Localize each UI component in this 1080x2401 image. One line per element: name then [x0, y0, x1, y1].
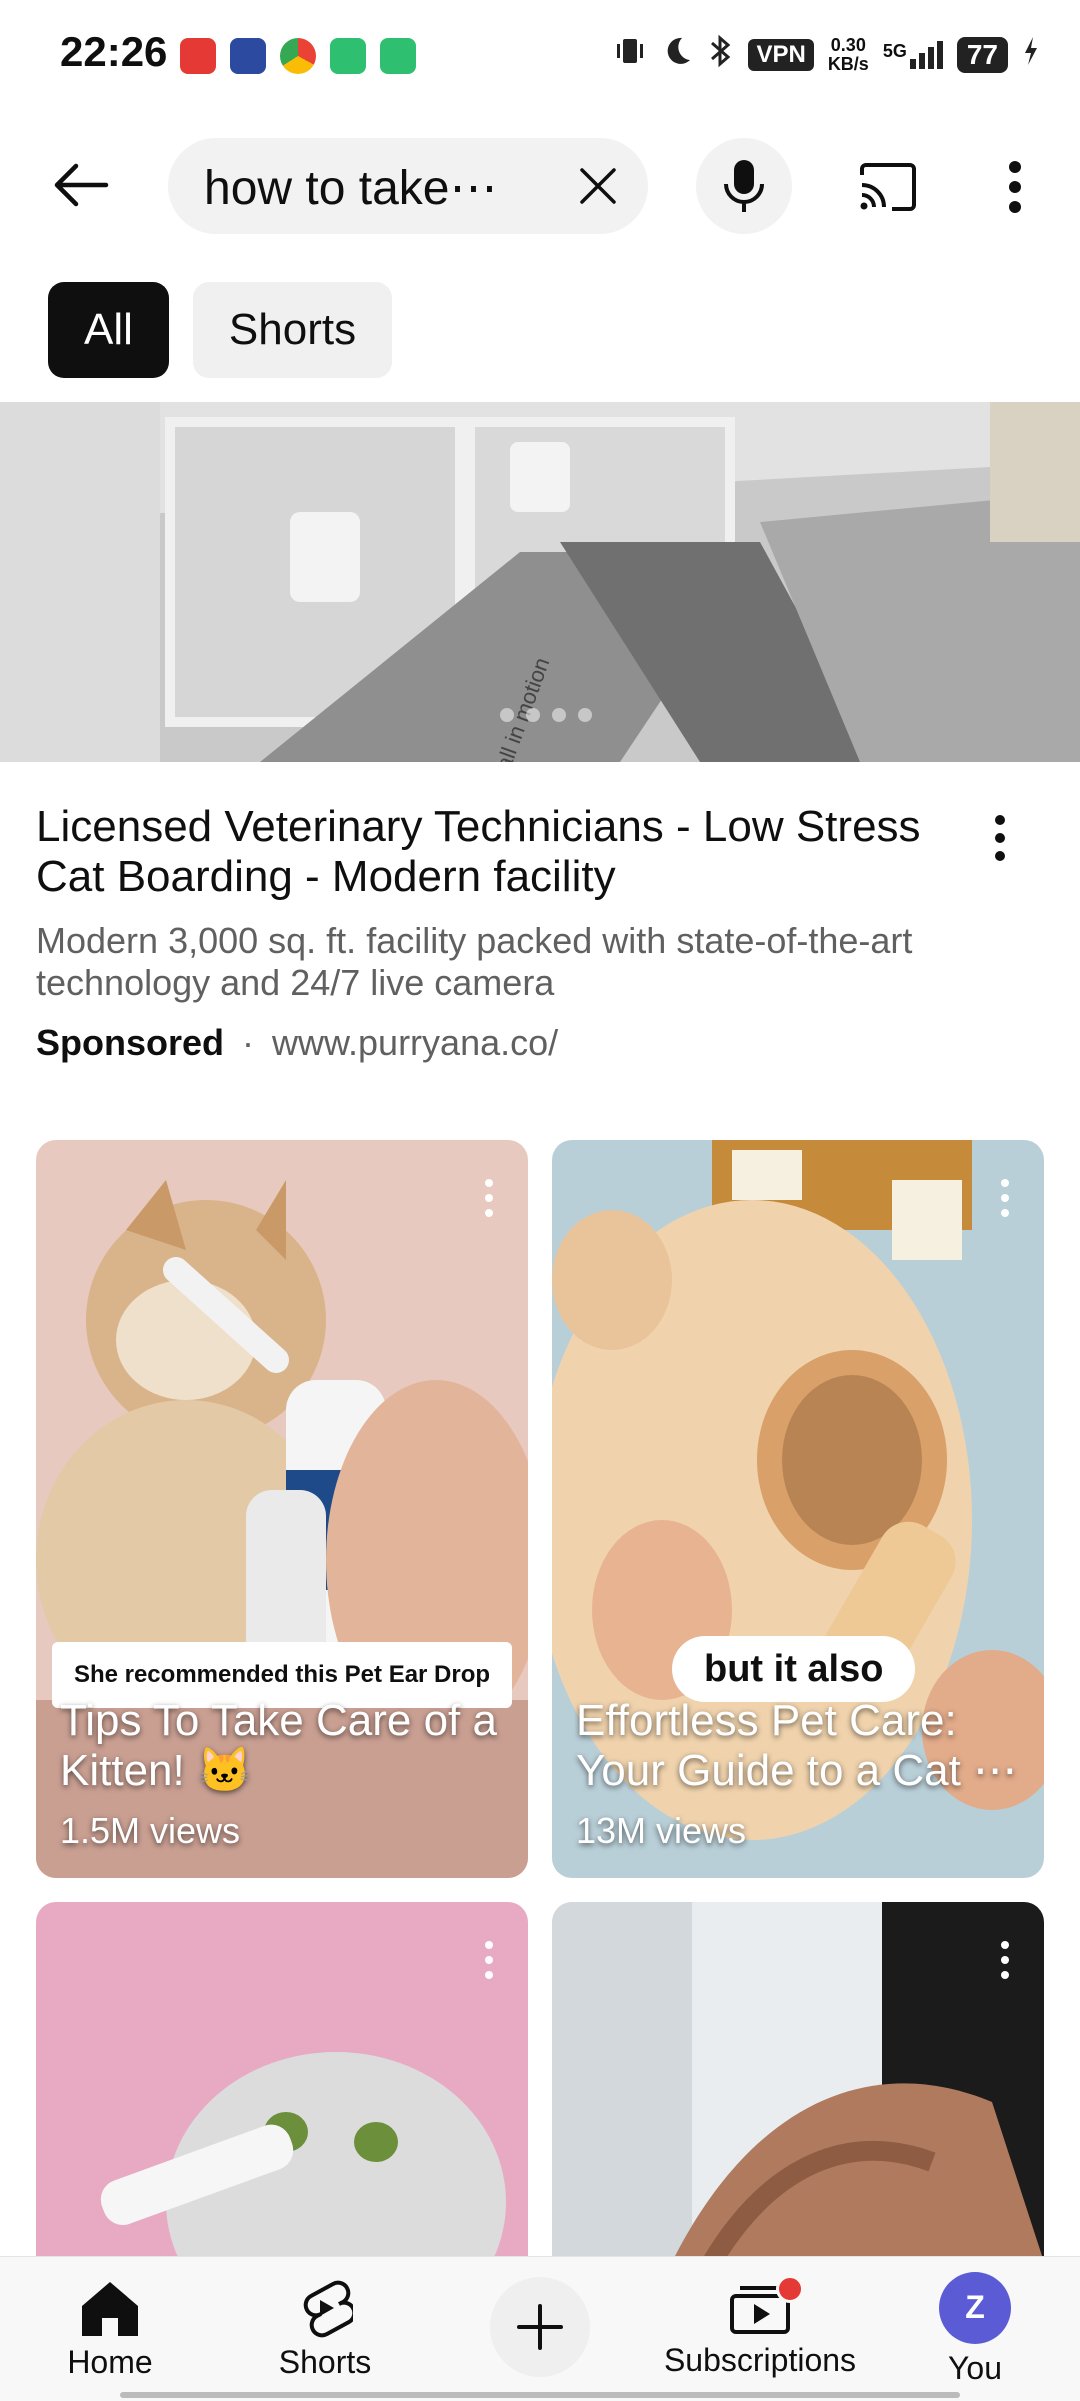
ad-more-button[interactable]	[980, 808, 1020, 868]
create-button[interactable]	[490, 2277, 590, 2377]
arrow-left-icon	[54, 163, 109, 207]
bluetooth-icon	[708, 34, 734, 75]
notification-icons	[180, 38, 416, 74]
ad-meta: Sponsored · www.purryana.co/	[36, 1022, 558, 1064]
short-card-2[interactable]: but it also Effortless Pet Care: Your Gu…	[552, 1140, 1044, 1878]
more-options-button[interactable]	[990, 152, 1040, 222]
short-title: Tips To Take Care of a Kitten! 🐱	[60, 1696, 497, 1795]
search-query[interactable]: how to take⋯	[204, 160, 497, 216]
short-more-button[interactable]	[990, 1168, 1020, 1228]
short-card-1[interactable]: She recommended this Pet Ear Drop Tips T…	[36, 1140, 528, 1878]
ad-title[interactable]: Licensed Veterinary Technicians - Low St…	[36, 802, 956, 902]
more-vertical-icon	[1009, 161, 1021, 213]
nav-subscriptions[interactable]: Subscriptions	[650, 2257, 870, 2401]
nav-shorts[interactable]: Shorts	[255, 2257, 395, 2401]
close-icon	[580, 168, 616, 204]
more-vertical-icon	[485, 1179, 493, 1217]
short-more-button[interactable]	[990, 1930, 1020, 1990]
search-box[interactable]: how to take⋯	[168, 138, 648, 234]
filter-chips: All Shorts	[48, 282, 393, 378]
cast-button[interactable]	[848, 152, 928, 222]
home-icon	[82, 2281, 138, 2336]
clear-search-button[interactable]	[568, 156, 628, 216]
avatar: Z	[939, 2271, 1011, 2344]
microphone-icon	[724, 160, 764, 212]
video-caption: but it also	[672, 1636, 916, 1702]
cast-icon	[860, 163, 916, 211]
status-bar: 22:26 VPN 0.30 KB/s 5G 77	[0, 0, 1080, 110]
short-card-4[interactable]	[552, 1902, 1044, 2262]
vpn-badge: VPN	[748, 38, 814, 71]
back-button[interactable]	[40, 150, 120, 220]
app-notification-icon	[330, 38, 366, 74]
carousel-indicator	[500, 708, 592, 722]
chip-shorts[interactable]: Shorts	[192, 282, 393, 378]
plus-icon	[517, 2304, 563, 2350]
app-notification-icon	[180, 38, 216, 74]
short-thumbnail	[552, 1902, 1044, 2262]
gesture-bar	[120, 2392, 960, 2398]
dnd-moon-icon	[660, 34, 694, 75]
more-vertical-icon	[485, 1941, 493, 1979]
short-card-3[interactable]	[36, 1902, 528, 2262]
short-thumbnail	[36, 1902, 528, 2262]
short-views: 1.5M views	[60, 1810, 241, 1851]
chrome-icon	[280, 38, 316, 74]
separator: ·	[242, 1022, 255, 1063]
short-views: 13M views	[576, 1810, 747, 1851]
more-vertical-icon	[995, 815, 1005, 861]
short-more-button[interactable]	[474, 1930, 504, 1990]
search-header: how to take⋯	[0, 130, 1080, 240]
app-notification-icon	[230, 38, 266, 74]
bottom-navigation: Home Shorts Subscriptions Z You	[0, 2256, 1080, 2401]
short-title: Effortless Pet Care: Your Guide to a Cat…	[576, 1696, 1018, 1795]
more-vertical-icon	[1001, 1941, 1009, 1979]
vibrate-icon	[614, 35, 646, 74]
ad-url[interactable]: www.purryana.co/	[272, 1022, 558, 1064]
sponsored-label: Sponsored	[36, 1022, 225, 1063]
shorts-icon	[303, 2280, 353, 2337]
chip-all[interactable]: All	[48, 282, 169, 378]
more-vertical-icon	[1001, 1179, 1009, 1217]
nav-home[interactable]: Home	[40, 2257, 180, 2401]
short-more-button[interactable]	[474, 1168, 504, 1228]
battery-level: 77	[956, 36, 1008, 73]
status-indicators: VPN 0.30 KB/s 5G 77	[614, 34, 1040, 75]
signal-icon: 5G	[883, 40, 943, 69]
voice-search-button[interactable]	[696, 138, 792, 234]
charging-icon	[1022, 35, 1040, 74]
network-speed: 0.30 KB/s	[827, 34, 869, 74]
ad-description[interactable]: Modern 3,000 sq. ft. facility packed wit…	[36, 920, 1036, 1004]
ad-image[interactable]: all in motion	[0, 402, 1080, 762]
notification-dot	[776, 2275, 804, 2303]
app-notification-icon	[380, 38, 416, 74]
status-time: 22:26	[60, 28, 168, 75]
nav-you[interactable]: Z You	[910, 2257, 1040, 2401]
